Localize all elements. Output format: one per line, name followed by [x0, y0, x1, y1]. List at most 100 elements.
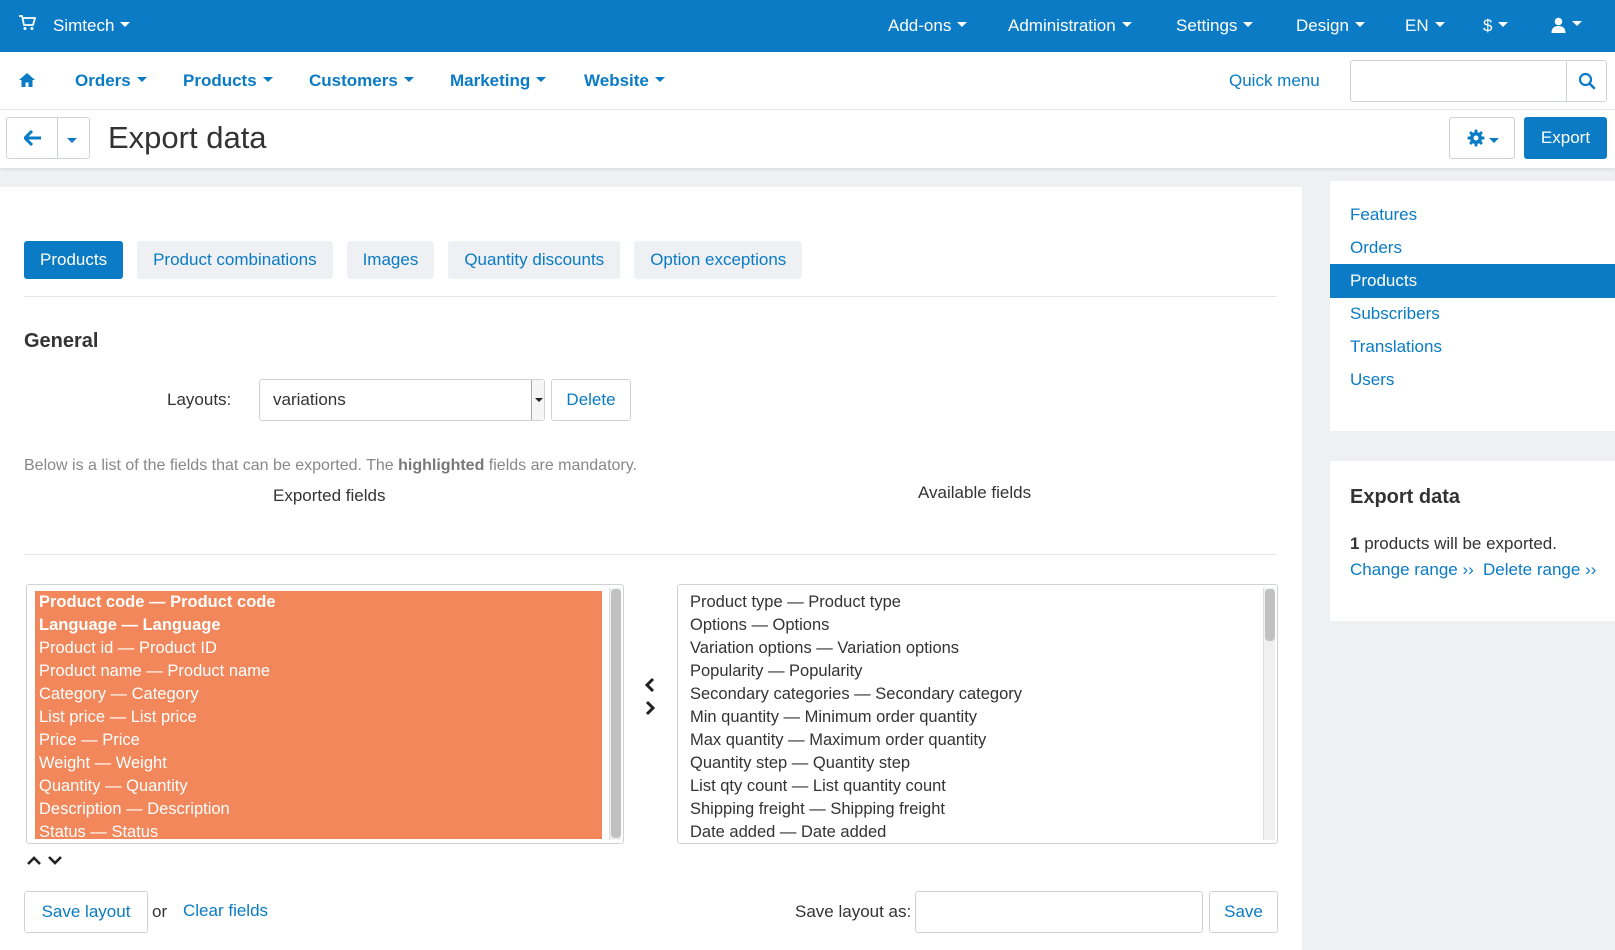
- scrollbar[interactable]: [1263, 588, 1275, 840]
- arrow-right-icon[interactable]: [645, 700, 656, 716]
- arrow-left-icon[interactable]: [644, 677, 655, 693]
- tab-option-exceptions[interactable]: Option exceptions: [634, 241, 803, 279]
- menu-label: Design: [1296, 16, 1349, 35]
- main-content: Products Product combinations Images Qua…: [0, 187, 1302, 950]
- menu-label: Administration: [1008, 16, 1116, 35]
- clear-fields-link[interactable]: Clear fields: [183, 901, 268, 921]
- scrollbar-thumb[interactable]: [1265, 589, 1275, 641]
- tab-product-combinations[interactable]: Product combinations: [137, 241, 333, 279]
- tab-quantity-discounts[interactable]: Quantity discounts: [448, 241, 621, 279]
- exported-field-item[interactable]: Product code — Product code: [35, 591, 602, 614]
- available-field-item[interactable]: Secondary categories — Secondary categor…: [690, 683, 1022, 706]
- menu-settings[interactable]: Settings: [1176, 16, 1254, 36]
- save-layout-as-label: Save layout as:: [795, 902, 912, 921]
- menu-label: $: [1483, 16, 1493, 35]
- store-switcher[interactable]: Simtech: [53, 16, 131, 36]
- scrollbar[interactable]: [609, 588, 621, 840]
- menu-administration[interactable]: Administration: [1008, 16, 1132, 36]
- save-layout-button[interactable]: Save layout: [24, 891, 148, 933]
- menu-currency[interactable]: $: [1483, 16, 1509, 36]
- home-icon[interactable]: [18, 72, 36, 88]
- nav-marketing[interactable]: Marketing: [450, 71, 547, 91]
- exported-field-item[interactable]: Product name — Product name: [35, 660, 602, 683]
- sidebar-item-features[interactable]: Features: [1330, 198, 1615, 232]
- divider: [24, 296, 1277, 297]
- sidebar-item-subscribers[interactable]: Subscribers: [1330, 297, 1615, 331]
- scrollbar-thumb[interactable]: [611, 589, 621, 838]
- user-icon: [1551, 17, 1566, 33]
- exported-field-item[interactable]: Description — Description: [35, 798, 602, 821]
- available-fields-list[interactable]: Product type — Product type Options — Opt…: [677, 584, 1278, 844]
- available-field-item[interactable]: Product type — Product type: [690, 591, 1022, 614]
- menu-design[interactable]: Design: [1296, 16, 1365, 36]
- quick-menu-link[interactable]: Quick menu: [1229, 71, 1320, 91]
- cart-icon[interactable]: [18, 14, 36, 32]
- nav-website[interactable]: Website: [584, 71, 665, 91]
- change-range-link[interactable]: Change range ››: [1350, 560, 1474, 580]
- store-name: Simtech: [53, 16, 115, 35]
- exported-field-item[interactable]: Category — Category: [35, 683, 602, 706]
- exported-field-item[interactable]: Weight — Weight: [35, 752, 602, 775]
- exported-field-item[interactable]: Language — Language: [35, 614, 602, 637]
- available-field-item[interactable]: Popularity — Popularity: [690, 660, 1022, 683]
- delete-range-link[interactable]: Delete range ››: [1483, 560, 1596, 580]
- exported-field-item[interactable]: List price — List price: [35, 706, 602, 729]
- exported-field-item[interactable]: Product id — Product ID: [35, 637, 602, 660]
- sidebar-item-users[interactable]: Users: [1330, 363, 1615, 397]
- export-summary-title: Export data: [1350, 486, 1461, 508]
- note-bold: highlighted: [398, 457, 485, 474]
- page-title: Export data: [108, 120, 267, 155]
- search-input[interactable]: [1351, 61, 1566, 101]
- search-button[interactable]: [1566, 61, 1607, 101]
- exported-field-item[interactable]: Price — Price: [35, 729, 602, 752]
- chevron-down-icon[interactable]: [48, 856, 62, 865]
- chevron-down-icon: [1243, 21, 1254, 27]
- nav-label: Customers: [309, 71, 398, 90]
- menu-label: EN: [1405, 16, 1429, 35]
- available-field-item[interactable]: Min quantity — Minimum order quantity: [690, 706, 1022, 729]
- fields-note: Below is a list of the fields that can b…: [24, 457, 637, 475]
- export-button[interactable]: Export: [1524, 117, 1607, 159]
- save-layout-as-input[interactable]: [915, 891, 1203, 933]
- available-field-item[interactable]: Date added — Date added: [690, 821, 1022, 843]
- nav-label: Website: [584, 71, 649, 90]
- available-field-item[interactable]: Variation options — Variation options: [690, 637, 1022, 660]
- section-tabs: Products Product combinations Images Qua…: [24, 241, 816, 279]
- delete-layout-button[interactable]: Delete: [551, 379, 631, 421]
- available-field-item[interactable]: Options — Options: [690, 614, 1022, 637]
- page-header: Export data Export: [0, 110, 1615, 168]
- chevron-down-icon: [1121, 21, 1132, 27]
- divider: [24, 554, 1277, 555]
- layouts-selected-value: variations: [273, 390, 346, 409]
- save-button[interactable]: Save: [1209, 891, 1278, 933]
- select-arrow-icon: [531, 380, 544, 420]
- chevron-up-icon[interactable]: [27, 856, 41, 865]
- settings-dropdown-button[interactable]: [1449, 117, 1515, 159]
- nav-orders[interactable]: Orders: [75, 71, 147, 91]
- nav-customers[interactable]: Customers: [309, 71, 414, 91]
- chevron-down-icon: [1572, 20, 1582, 26]
- menu-label: Settings: [1176, 16, 1238, 35]
- available-field-item[interactable]: List qty count — List quantity count: [690, 775, 1022, 798]
- exported-fields-list[interactable]: Product code — Product code Language — La…: [26, 584, 624, 844]
- available-field-item[interactable]: Max quantity — Maximum order quantity: [690, 729, 1022, 752]
- tab-products[interactable]: Products: [24, 241, 124, 279]
- menu-language[interactable]: EN: [1405, 16, 1445, 36]
- nav-products[interactable]: Products: [183, 71, 273, 91]
- menu-addons[interactable]: Add-ons: [888, 16, 968, 36]
- chevron-down-icon: [67, 138, 77, 143]
- history-dropdown-button[interactable]: [57, 117, 90, 159]
- sidebar-item-orders[interactable]: Orders: [1330, 231, 1615, 265]
- available-field-item[interactable]: Quantity step — Quantity step: [690, 752, 1022, 775]
- exported-field-item[interactable]: Status — Status: [35, 821, 602, 843]
- export-count-text: products will be exported.: [1359, 534, 1557, 553]
- back-button[interactable]: [6, 117, 58, 159]
- menu-user[interactable]: [1551, 17, 1582, 33]
- reorder-arrows: [27, 856, 62, 865]
- sidebar-item-translations[interactable]: Translations: [1330, 330, 1615, 364]
- sidebar-item-products[interactable]: Products: [1330, 264, 1615, 298]
- exported-field-item[interactable]: Quantity — Quantity: [35, 775, 602, 798]
- available-field-item[interactable]: Shipping freight — Shipping freight: [690, 798, 1022, 821]
- layouts-select[interactable]: variations: [259, 379, 545, 421]
- tab-images[interactable]: Images: [346, 241, 435, 279]
